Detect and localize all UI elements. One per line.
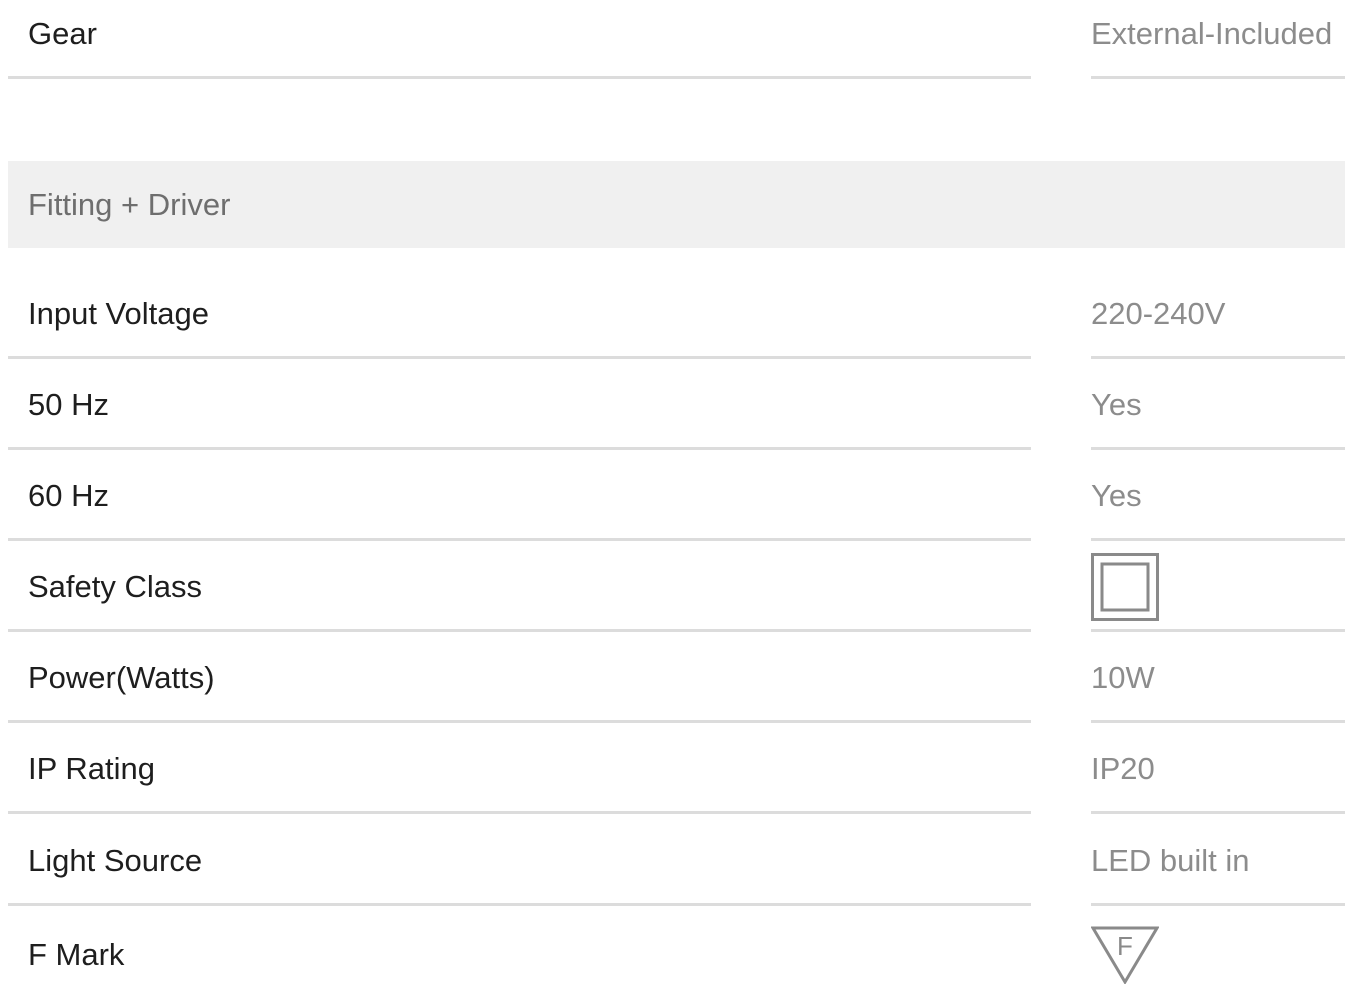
spec-label: 50 Hz xyxy=(28,386,109,422)
f-mark-letter: F xyxy=(1117,931,1133,961)
spec-row-input-voltage: Input Voltage 220-240V xyxy=(8,268,1345,359)
spec-value: Yes xyxy=(1091,477,1142,513)
spec-row-safety-class: Safety Class xyxy=(8,541,1345,632)
spec-value: LED built in xyxy=(1091,842,1250,878)
spec-label: Gear xyxy=(28,15,97,51)
row-divider xyxy=(8,76,1031,79)
spec-label: 60 Hz xyxy=(28,477,109,513)
spec-row-gear: Gear External-Included xyxy=(8,0,1345,79)
spec-value: Yes xyxy=(1091,386,1142,422)
spec-label: Safety Class xyxy=(28,568,203,604)
spec-row-ip-rating: IP Rating IP20 xyxy=(8,723,1345,814)
section-title: Fitting + Driver xyxy=(28,186,231,222)
spec-value: 220-240V xyxy=(1091,295,1226,331)
spec-label: IP Rating xyxy=(28,750,155,786)
spec-label: Power(Watts) xyxy=(28,659,215,695)
spec-value: 10W xyxy=(1091,659,1155,695)
row-divider xyxy=(8,811,1031,814)
row-divider xyxy=(1091,76,1345,79)
spec-label: Input Voltage xyxy=(28,295,209,331)
double-square-class-ii-icon xyxy=(1091,541,1159,632)
row-divider xyxy=(8,903,1031,906)
spec-row-power: Power(Watts) 10W xyxy=(8,632,1345,723)
section-header: Fitting + Driver xyxy=(8,161,1345,248)
spec-row-60hz: 60 Hz Yes xyxy=(8,450,1345,541)
spec-value: External-Included xyxy=(1091,15,1333,51)
f-mark-triangle-icon: F xyxy=(1091,925,1159,985)
spec-label: F Mark xyxy=(28,937,125,972)
spec-value: IP20 xyxy=(1091,750,1155,786)
row-divider xyxy=(1091,903,1345,906)
row-divider xyxy=(1091,811,1345,814)
spec-label: Light Source xyxy=(28,842,203,878)
spec-row-f-mark: F Mark F xyxy=(8,907,1345,986)
spec-row-50hz: 50 Hz Yes xyxy=(8,359,1345,450)
spec-row-light-source: Light Source LED built in xyxy=(8,815,1345,906)
